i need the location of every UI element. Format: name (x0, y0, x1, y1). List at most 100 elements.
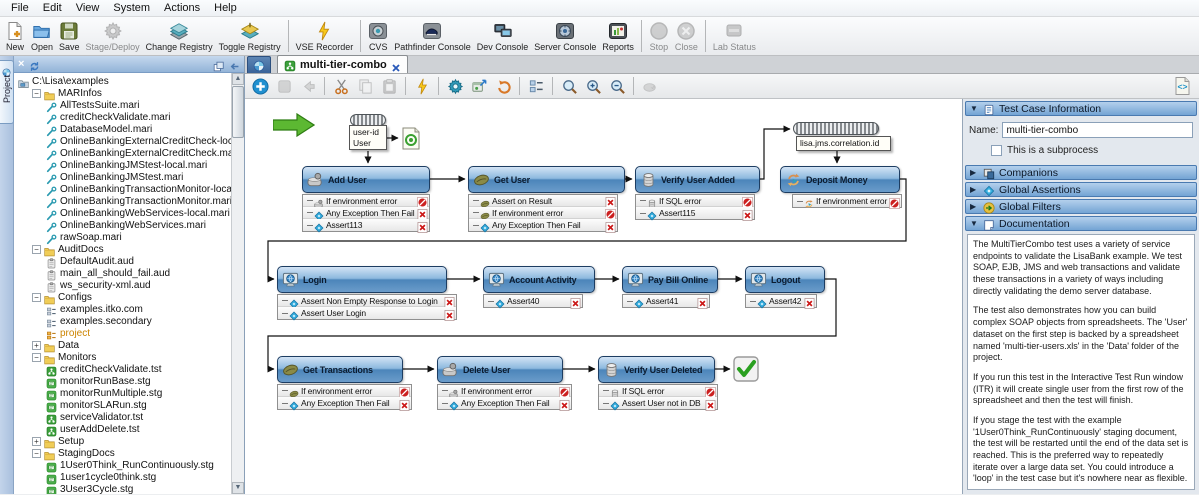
tree-item-onlinebankingwebservices-local-mari[interactable]: OnlineBankingWebServices-local.mari (14, 207, 231, 219)
tree-item-onlinebankingwebservices-mari[interactable]: OnlineBankingWebServices.mari (14, 219, 231, 231)
tree-item-1user0think-runcontinuously-stg[interactable]: 1User0Think_RunContinuously.stg (14, 459, 231, 471)
tab-close-icon[interactable] (391, 60, 401, 70)
tree-item-onlinebankingjmstest-local-mari[interactable]: OnlineBankingJMStest-local.mari (14, 159, 231, 171)
scrollbar-thumb[interactable] (232, 86, 244, 138)
tree-item-rawsoap-mari[interactable]: rawSoap.mari (14, 231, 231, 243)
tree-scrollbar[interactable]: ▲ ▼ (231, 73, 244, 494)
step-verify-user-deleted[interactable]: Verify User Deleted (598, 356, 715, 383)
step-deposit-money[interactable]: Deposit Money (780, 166, 900, 193)
revert-button[interactable] (491, 75, 515, 97)
collapse-toggle-icon[interactable]: − (32, 449, 41, 458)
menu-actions[interactable]: Actions (157, 1, 207, 15)
assertion-row[interactable]: If environment error (303, 195, 429, 207)
export-window-button[interactable] (467, 75, 491, 97)
tree-close-icon[interactable]: × (18, 59, 24, 69)
project-mini-tab[interactable] (247, 56, 271, 73)
assertion-row[interactable]: Assert on Result (469, 195, 617, 207)
menu-system[interactable]: System (106, 1, 157, 15)
step-pay-bill-online[interactable]: Pay Bill Online (622, 266, 718, 293)
scroll-up-icon[interactable]: ▲ (232, 73, 244, 85)
tree-refresh-icon[interactable] (29, 59, 40, 70)
collapse-toggle-icon[interactable]: − (32, 353, 41, 362)
tree-item-monitorrunbase-stg[interactable]: monitorRunBase.stg (14, 375, 231, 387)
open-button[interactable]: Open (28, 18, 56, 54)
step-logout[interactable]: Logout (745, 266, 825, 293)
assertion-row[interactable]: Any Exception Then Fail (469, 219, 617, 231)
tree-item-ws-security-xml-aud[interactable]: ws_security-xml.aud (14, 279, 231, 291)
tree-item-3user3cycle-stg[interactable]: 3User3Cycle.stg (14, 483, 231, 494)
jms-correlation-dataset-coil-icon[interactable] (793, 122, 879, 135)
tree-detach-icon[interactable] (213, 59, 224, 70)
tree-item-databasemodel-mari[interactable]: DatabaseModel.mari (14, 123, 231, 135)
tree-item-marinfos[interactable]: −MARInfos (14, 87, 231, 99)
record-doc-icon[interactable] (401, 127, 421, 150)
tree-item-monitors[interactable]: −Monitors (14, 351, 231, 363)
toggle-registry-button[interactable]: Toggle Registry (216, 18, 284, 54)
scroll-down-icon[interactable]: ▼ (232, 482, 244, 494)
tree-item-servicevalidator-tst[interactable]: serviceValidator.tst (14, 411, 231, 423)
tree-item-1user1cycle0think-stg[interactable]: 1user1cycle0think.stg (14, 471, 231, 483)
add-circle-button[interactable] (248, 75, 272, 97)
tree-item-stagingdocs[interactable]: −StagingDocs (14, 447, 231, 459)
tree-item-onlinebankingexternalcreditcheck-local-mari[interactable]: OnlineBankingExternalCreditCheck-local.m… (14, 135, 231, 147)
assertion-row[interactable]: Assert40 (484, 295, 582, 307)
test-name-input[interactable] (1002, 122, 1193, 138)
step-account-activity[interactable]: Account Activity (483, 266, 595, 293)
assertion-row[interactable]: Assert41 (623, 295, 709, 307)
tree-item-configs[interactable]: −Configs (14, 291, 231, 303)
workflow-canvas[interactable]: user-idUser lisa.jms.correlation.id Add Us… (245, 99, 962, 494)
jms-correlation-dataset-label[interactable]: lisa.jms.correlation.id (796, 136, 891, 151)
new-button[interactable]: New (2, 18, 28, 54)
save-button[interactable]: Save (56, 18, 83, 54)
expand-toggle-icon[interactable]: + (32, 437, 41, 446)
tree-item-monitorrunmultiple-stg[interactable]: monitorRunMultiple.stg (14, 387, 231, 399)
tree-dock-left-icon[interactable] (229, 59, 240, 70)
assertion-row[interactable]: Any Exception Then Fail (438, 397, 571, 409)
step-login[interactable]: Login (277, 266, 447, 293)
user-dataset-label[interactable]: user-idUser (349, 125, 387, 150)
project-vertical-tab[interactable]: Project (0, 60, 14, 124)
step-get-transactions[interactable]: Get Transactions (277, 356, 403, 383)
gear-button[interactable] (443, 75, 467, 97)
tab-multi-tier-combo[interactable]: multi-tier-combo (277, 55, 408, 73)
assertion-row[interactable]: If environment error (469, 207, 617, 219)
subprocess-checkbox[interactable] (991, 145, 1002, 156)
collapse-toggle-icon[interactable]: − (32, 89, 41, 98)
tree-item-alltestssuite-mari[interactable]: AllTestsSuite.mari (14, 99, 231, 111)
assertion-row[interactable]: If SQL error (636, 195, 754, 207)
tree-item-data[interactable]: +Data (14, 339, 231, 351)
assertion-row[interactable]: Assert User Login (278, 307, 456, 319)
section-global-filters[interactable]: Global Filters (965, 199, 1197, 214)
zoom-button[interactable] (557, 75, 581, 97)
assertion-row[interactable]: If environment error (278, 385, 411, 397)
step-add-user[interactable]: Add User (302, 166, 430, 193)
tree-item-monitorslarun-stg[interactable]: monitorSLARun.stg (14, 399, 231, 411)
zoom-in-button[interactable] (581, 75, 605, 97)
assertion-row[interactable]: Assert115 (636, 207, 754, 219)
end-success-icon[interactable] (733, 356, 759, 382)
assertion-row[interactable]: Any Exception Then Fail (303, 207, 429, 219)
tree-item-useradddelete-tst[interactable]: userAddDelete.tst (14, 423, 231, 435)
tree-item-setup[interactable]: +Setup (14, 435, 231, 447)
assertion-row[interactable]: Assert Non Empty Response to Login (278, 295, 456, 307)
tree-item-onlinebankingtransactionmonitor-local-mari[interactable]: OnlineBankingTransactionMonitor-local.ma… (14, 183, 231, 195)
tree-item-creditcheckvalidate-mari[interactable]: creditCheckValidate.mari (14, 111, 231, 123)
menu-view[interactable]: View (69, 1, 107, 15)
menu-edit[interactable]: Edit (36, 1, 69, 15)
assertion-row[interactable]: Assert User not in DB (599, 397, 717, 409)
step-verify-user-added[interactable]: Verify User Added (635, 166, 760, 193)
tree-item-project[interactable]: project (14, 327, 231, 339)
properties-list-button[interactable] (524, 75, 548, 97)
tree-item-examples-secondary[interactable]: examples.secondary (14, 315, 231, 327)
tree-item-main-all-should-fail-aud[interactable]: main_all_should_fail.aud (14, 267, 231, 279)
vse-recorder-button[interactable]: VSE Recorder (293, 18, 357, 54)
menu-help[interactable]: Help (207, 1, 244, 15)
section-test-case-information[interactable]: Test Case Information (965, 101, 1197, 116)
tree-item-onlinebankingtransactionmonitor-mari[interactable]: OnlineBankingTransactionMonitor.mari (14, 195, 231, 207)
assertion-row[interactable]: If SQL error (599, 385, 717, 397)
change-registry-button[interactable]: Change Registry (143, 18, 216, 54)
zoom-out-button[interactable] (605, 75, 629, 97)
expand-toggle-icon[interactable]: + (32, 341, 41, 350)
tree-item-c-lisa-examples[interactable]: C:\Lisa\examples (14, 75, 231, 87)
assertion-row[interactable]: If environment error (438, 385, 571, 397)
